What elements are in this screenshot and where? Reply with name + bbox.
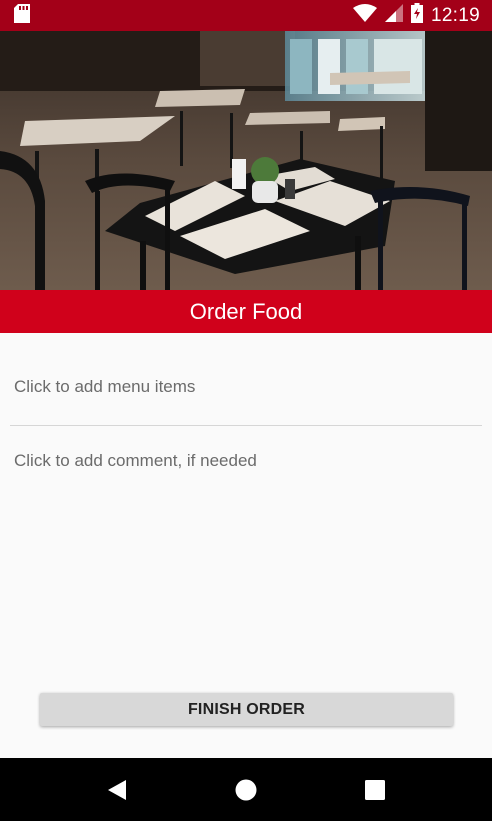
status-left (14, 3, 30, 28)
sd-card-icon (14, 3, 30, 28)
status-bar: 12:19 (0, 0, 492, 31)
wifi-icon (352, 4, 377, 27)
recents-icon[interactable] (355, 770, 395, 810)
restaurant-photo (0, 31, 492, 290)
navigation-bar (0, 758, 492, 821)
status-right: 12:19 (352, 3, 480, 28)
battery-icon (410, 3, 423, 28)
status-time: 12:19 (430, 4, 480, 26)
divider (10, 425, 482, 426)
finish-order-button[interactable]: FINISH ORDER (40, 693, 453, 726)
cell-signal-icon (384, 4, 403, 27)
add-menu-items-field[interactable]: Click to add menu items (14, 377, 482, 397)
back-icon[interactable] (97, 770, 137, 810)
home-icon[interactable] (226, 770, 266, 810)
page-title: Order Food (0, 290, 492, 333)
add-comment-field[interactable]: Click to add comment, if needed (14, 451, 482, 471)
